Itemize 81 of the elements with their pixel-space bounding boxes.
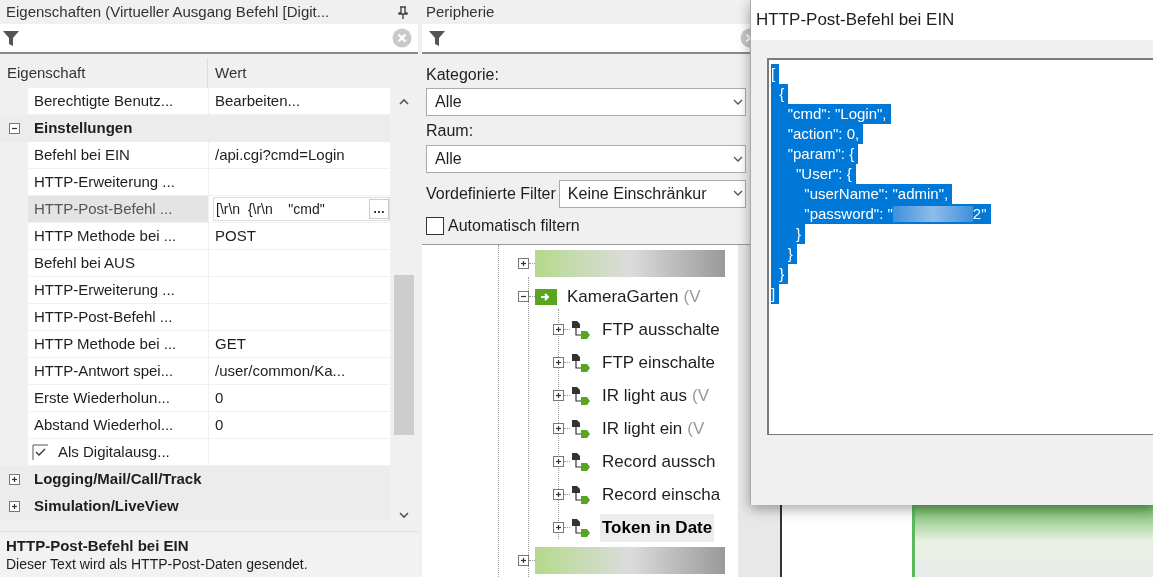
property-label[interactable]: HTTP-Antwort spei...	[28, 358, 208, 384]
tree-item[interactable]: FTP einschalte	[600, 348, 718, 377]
expand-icon[interactable]	[553, 489, 564, 500]
value-cell: 0	[208, 412, 390, 438]
property-label[interactable]: Abstand Wiederhol...	[28, 412, 208, 438]
property-label[interactable]: HTTP-Post-Befehl ...	[28, 196, 208, 222]
expand-icon[interactable]	[8, 474, 20, 485]
field-label: Raum:	[426, 120, 474, 141]
pin-icon[interactable]	[398, 5, 408, 19]
tree-item[interactable]: FTP ausschalte	[600, 315, 722, 344]
flag-icon	[570, 417, 592, 440]
expand-icon[interactable]	[518, 555, 529, 566]
panel-title: Peripherie	[426, 1, 495, 22]
expand-icon[interactable]	[553, 390, 564, 401]
tree-item[interactable]: Token in Date	[600, 513, 715, 542]
property-label[interactable]: HTTP-Erweiterung ...	[28, 169, 208, 195]
group-label: Simulation/LiveView	[33, 496, 179, 517]
text-line: "password": "	[803, 204, 893, 224]
property-label[interactable]: Berechtigte Benutz...	[28, 88, 208, 114]
value-cell: /user/common/Ka...	[208, 358, 390, 384]
field-label: Vordefinierte Filter	[426, 183, 556, 204]
flag-icon	[570, 450, 592, 473]
dropdown[interactable]: Alle	[426, 88, 746, 116]
chevron-down-icon[interactable]	[733, 98, 743, 106]
text-area[interactable]: [ { "cmd": "Login", "action": 0, "param": { "User": { "userName": "admin", "password": " 2" } } } ]	[767, 58, 1153, 435]
arrow-box-icon	[535, 288, 557, 305]
tree-item[interactable]: Record aussch	[600, 447, 718, 476]
field-label: Kategorie:	[426, 65, 499, 85]
value-cell: POST	[208, 223, 390, 249]
value-cell: GET	[208, 331, 390, 357]
checkbox-label: Automatisch filtern	[448, 216, 580, 236]
text-line: 2"	[972, 204, 988, 224]
property-label[interactable]: Befehl bei AUS	[28, 250, 208, 276]
collapse-icon[interactable]	[518, 291, 529, 302]
value-cell: Bearbeiten...	[208, 88, 390, 114]
checkbox[interactable]	[426, 217, 444, 235]
column-header[interactable]: Wert	[208, 58, 418, 88]
value-cell: 0	[208, 385, 390, 411]
expand-icon[interactable]	[553, 423, 564, 434]
expand-icon[interactable]	[553, 357, 564, 368]
description-title: HTTP-Post-Befehl bei EIN	[6, 536, 190, 555]
group-label: Einstellungen	[33, 118, 133, 139]
value-cell: /api.cgi?cmd=Login	[208, 142, 390, 168]
panel-title: Eigenschaften (Virtueller Ausgang Befehl [Digit...	[6, 1, 331, 22]
tree-item[interactable]: Record einscha	[600, 480, 723, 509]
scroll-down-icon[interactable]	[399, 512, 409, 519]
tree-item[interactable]: IR light ein (V	[600, 414, 707, 443]
expand-icon[interactable]	[8, 501, 20, 512]
filter-field[interactable]	[422, 24, 750, 54]
dropdown[interactable]: Keine Einschränkur	[558, 179, 746, 208]
expand-icon[interactable]	[553, 522, 564, 533]
expand-icon[interactable]	[553, 324, 564, 335]
description-text: Dieser Text wird als HTTP-Post-Daten gesendet.	[6, 555, 309, 573]
expand-icon[interactable]	[553, 456, 564, 467]
collapse-icon[interactable]	[8, 123, 20, 134]
chevron-down-icon[interactable]	[733, 190, 743, 197]
group-label: Logging/Mail/Call/Track	[33, 469, 202, 490]
property-label[interactable]: HTTP Methode bei ...	[28, 223, 208, 249]
tree-item[interactable]: IR light aus (V	[600, 381, 712, 410]
flag-icon	[570, 516, 592, 539]
tree-item[interactable]: KameraGarten (V	[565, 282, 703, 311]
scrollbar[interactable]	[738, 245, 750, 577]
filter-field[interactable]	[0, 24, 418, 54]
property-label[interactable]: Erste Wiederholun...	[28, 385, 208, 411]
flag-icon	[570, 351, 592, 374]
property-label[interactable]: HTTP-Post-Befehl ...	[28, 304, 208, 330]
scroll-up-icon[interactable]	[399, 98, 409, 105]
dropdown[interactable]: Alle	[426, 145, 746, 173]
chevron-down-icon[interactable]	[733, 155, 743, 163]
flag-icon	[570, 318, 592, 341]
flag-icon	[570, 384, 592, 407]
dialog-title: HTTP-Post-Befehl bei EIN	[756, 9, 955, 32]
expand-icon[interactable]	[518, 258, 529, 269]
property-label[interactable]: HTTP Methode bei ...	[28, 331, 208, 357]
checkbox[interactable]	[32, 444, 48, 460]
property-label[interactable]: Befehl bei EIN	[28, 142, 208, 168]
flag-icon	[570, 483, 592, 506]
filter-icon	[428, 29, 446, 47]
property-label[interactable]: HTTP-Erweiterung ...	[28, 277, 208, 303]
filter-icon	[2, 29, 20, 47]
property-label: Als Digitalausg...	[58, 441, 170, 462]
